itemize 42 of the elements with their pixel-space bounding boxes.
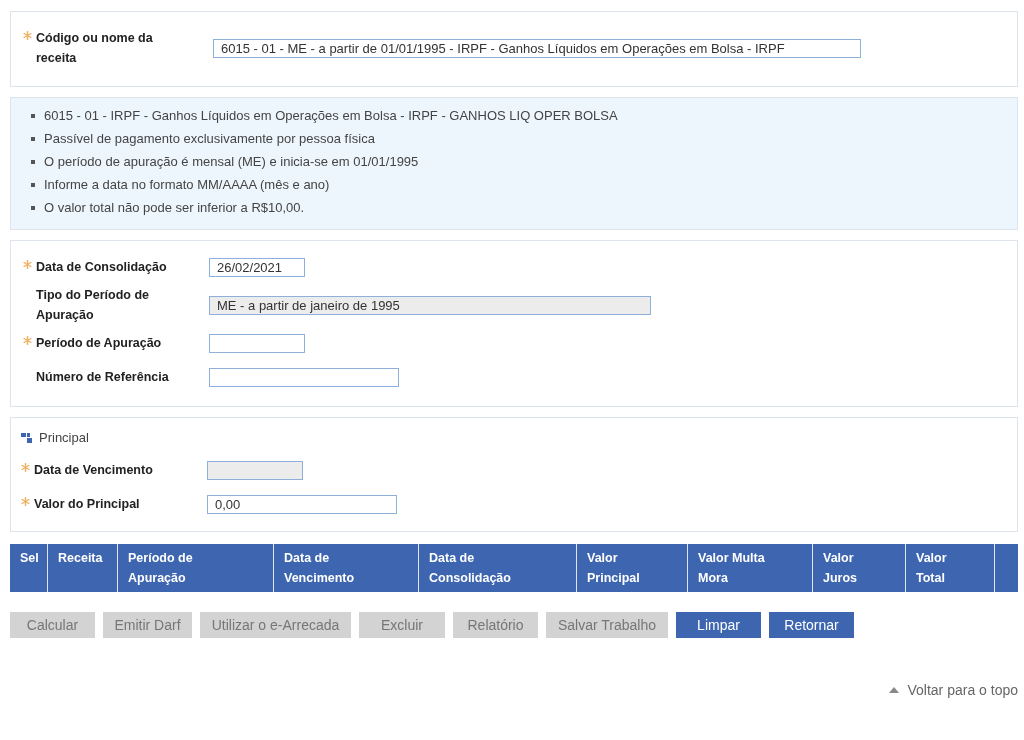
required-asterisk-icon xyxy=(23,31,32,40)
input-field[interactable]: 6015 - 01 - ME - a partir de 01/01/1995 - IRPF - Ganhos Líquidos em Operações em Bolsa - IRPF xyxy=(213,38,861,58)
required-asterisk-icon xyxy=(21,497,30,506)
input-field[interactable]: 26/02/2021 xyxy=(209,257,305,277)
input-field[interactable]: 0,00 xyxy=(207,494,397,514)
required-asterisk-icon xyxy=(21,463,30,472)
action-button[interactable]: Retornar xyxy=(769,612,854,638)
column-header[interactable]: Valor Multa Mora xyxy=(688,544,813,592)
info-text: O período de apuração é mensal (ME) e inicia-se em 01/01/1995 xyxy=(44,153,419,171)
required-asterisk-icon xyxy=(23,260,32,269)
field-label: Número de Referência xyxy=(36,369,170,386)
field-label: Data de Vencimento xyxy=(34,462,154,479)
field-label: Valor do Principal xyxy=(34,496,141,513)
info-text: Informe a data no formato MM/AAAA (mês e ano) xyxy=(44,176,330,194)
required-asterisk-icon xyxy=(23,336,32,345)
field-label: Período de Apuração xyxy=(36,335,163,352)
back-to-top-link[interactable]: Voltar para o topo xyxy=(889,682,1018,698)
up-triangle-icon xyxy=(889,687,900,693)
bullet-icon xyxy=(31,159,35,164)
bullet-icon xyxy=(31,136,35,141)
column-header[interactable]: Valor Juros xyxy=(813,544,906,592)
bullet-icon xyxy=(31,113,35,118)
action-button[interactable]: Limpar xyxy=(676,612,761,638)
column-header[interactable]: Data de Consolidação xyxy=(419,544,577,592)
info-text: Passível de pagamento exclusivamente por pessoa física xyxy=(44,130,375,148)
section-icon xyxy=(21,432,33,443)
bullet-icon xyxy=(31,205,35,210)
info-text: 6015 - 01 - IRPF - Ganhos Líquidos em Operações em Bolsa - IRPF - GANHOS LIQ OPER BOLSA xyxy=(44,107,618,125)
field-label: Data de Consolidação xyxy=(36,259,168,276)
field-label: Tipo do Período de Apuração xyxy=(36,287,150,324)
column-header[interactable]: Receita xyxy=(48,544,118,592)
info-text: O valor total não pode ser inferior a R$10,00. xyxy=(44,199,305,217)
input-field[interactable] xyxy=(209,333,305,353)
column-header[interactable]: Sel xyxy=(10,544,48,592)
input-field[interactable] xyxy=(209,367,399,387)
column-header[interactable]: Data de Vencimento xyxy=(274,544,419,592)
column-header[interactable]: Valor Principal xyxy=(577,544,688,592)
field-label: Código ou nome da receita xyxy=(36,30,154,67)
bullet-icon xyxy=(31,182,35,187)
column-header[interactable]: Valor Total xyxy=(906,544,995,592)
section-title: Principal xyxy=(39,430,89,445)
column-header[interactable]: Período de Apuração xyxy=(118,544,274,592)
